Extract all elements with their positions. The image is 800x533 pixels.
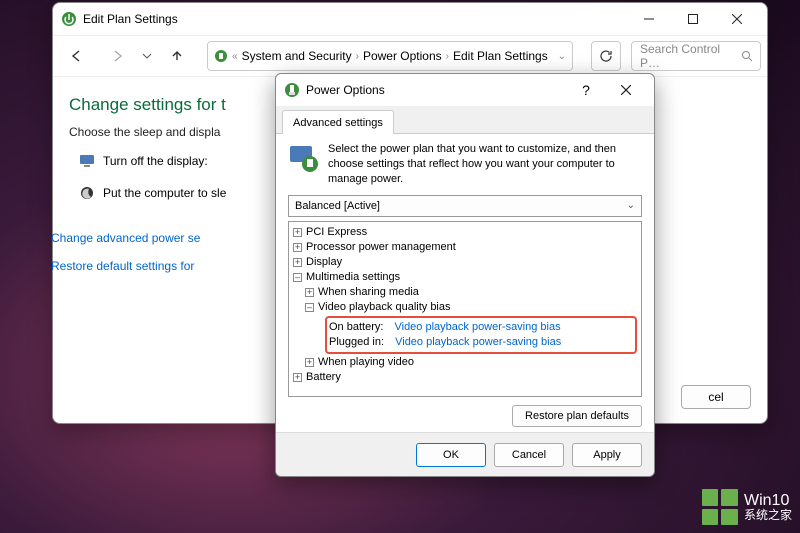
tree-item[interactable]: When sharing media [318, 285, 419, 300]
watermark-title: Win10 [744, 492, 792, 510]
chevron-right-icon: › [356, 51, 359, 62]
collapse-icon[interactable]: – [305, 303, 314, 312]
watermark: Win10 系统之家 [702, 489, 792, 525]
chevron-down-icon: ⌄ [627, 200, 635, 211]
cancel-button[interactable]: cel [681, 385, 751, 409]
tab-advanced-settings[interactable]: Advanced settings [282, 110, 394, 134]
option-label: Put the computer to sle [103, 186, 226, 200]
outer-window-title: Edit Plan Settings [83, 12, 627, 26]
watermark-subtitle: 系统之家 [744, 509, 792, 522]
expand-icon[interactable]: + [293, 228, 302, 237]
breadcrumb-item[interactable]: Edit Plan Settings [453, 49, 548, 63]
expand-icon[interactable]: + [305, 358, 314, 367]
tree-item[interactable]: Display [306, 255, 342, 270]
power-plan-combo[interactable]: Balanced [Active] ⌄ [288, 195, 642, 217]
toolbar: « System and Security › Power Options › … [53, 35, 767, 77]
tree-item[interactable]: Processor power management [306, 240, 456, 255]
expand-icon[interactable]: + [293, 258, 302, 267]
power-plan-icon [61, 11, 77, 27]
tree-item[interactable]: PCI Express [306, 225, 367, 240]
power-plan-large-icon [288, 142, 320, 174]
setting-value-link[interactable]: Video playback power-saving bias [395, 335, 561, 350]
settings-tree[interactable]: + PCI Express + Processor power management… [288, 221, 642, 397]
tree-item[interactable]: Battery [306, 370, 341, 385]
breadcrumb-item[interactable]: Power Options [363, 49, 442, 63]
restore-plan-defaults-button[interactable]: Restore plan defaults [512, 405, 642, 427]
ok-button[interactable]: OK [416, 443, 486, 467]
expand-icon[interactable]: + [293, 373, 302, 382]
cancel-button[interactable]: Cancel [494, 443, 564, 467]
outer-titlebar: Edit Plan Settings [53, 3, 767, 35]
forward-button[interactable] [99, 41, 135, 71]
chevron-down-icon[interactable]: ⌄ [558, 51, 566, 62]
close-button[interactable] [606, 75, 646, 105]
watermark-logo-icon [702, 489, 738, 525]
setting-value-link[interactable]: Video playback power-saving bias [394, 320, 560, 335]
combo-value: Balanced [Active] [295, 200, 380, 212]
search-placeholder: Search Control P… [640, 42, 735, 70]
highlight-box: On battery: Video playback power-saving … [325, 316, 637, 354]
breadcrumb-item[interactable]: System and Security [242, 49, 352, 63]
apply-button[interactable]: Apply [572, 443, 642, 467]
refresh-button[interactable] [591, 41, 621, 71]
minimize-button[interactable] [627, 4, 671, 34]
close-button[interactable] [715, 4, 759, 34]
moon-icon [79, 185, 95, 201]
up-button[interactable] [159, 41, 195, 71]
power-options-dialog: Power Options ? Advanced settings Select… [275, 73, 655, 477]
maximize-button[interactable] [671, 4, 715, 34]
search-icon [741, 50, 752, 62]
expand-icon[interactable]: + [305, 288, 314, 297]
display-icon [79, 153, 95, 169]
address-bar[interactable]: « System and Security › Power Options › … [207, 41, 573, 71]
chevron-right-icon: › [446, 51, 449, 62]
setting-label: On battery: [329, 320, 383, 335]
collapse-icon[interactable]: – [293, 273, 302, 282]
tree-item[interactable]: When playing video [318, 355, 414, 370]
option-label: Turn off the display: [103, 154, 208, 168]
dialog-footer: OK Cancel Apply [276, 432, 654, 476]
power-icon [284, 82, 300, 98]
dialog-intro-text: Select the power plan that you want to c… [328, 142, 642, 187]
dialog-title: Power Options [306, 83, 566, 97]
help-button[interactable]: ? [566, 75, 606, 105]
battery-icon [214, 49, 228, 63]
dialog-body: Select the power plan that you want to c… [276, 134, 654, 432]
tree-item[interactable]: Video playback quality bias [318, 300, 451, 315]
expand-icon[interactable]: + [293, 243, 302, 252]
search-input[interactable]: Search Control P… [631, 41, 761, 71]
recent-dropdown[interactable] [139, 41, 155, 71]
back-button[interactable] [59, 41, 95, 71]
tree-item[interactable]: Multimedia settings [306, 270, 400, 285]
dialog-titlebar: Power Options ? [276, 74, 654, 106]
tabstrip: Advanced settings [276, 106, 654, 134]
setting-label: Plugged in: [329, 335, 384, 350]
